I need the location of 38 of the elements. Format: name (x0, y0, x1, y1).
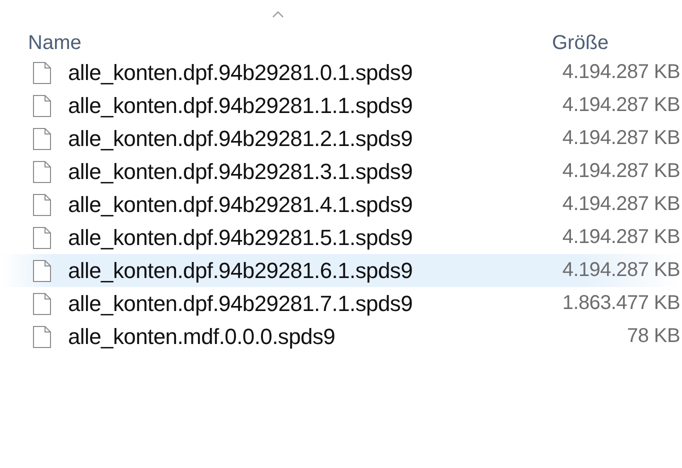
file-size: 4.194.287 KB (562, 193, 680, 216)
file-row[interactable]: alle_konten.dpf.94b29281.1.1.spds9 4.194.287 KB (0, 89, 682, 122)
column-header[interactable]: Name (0, 6, 524, 56)
file-row[interactable]: alle_konten.dpf.94b29281.7.1.spds9 1.863.477 KB (0, 287, 682, 320)
file-icon (32, 258, 52, 282)
file-name: alle_konten.dpf.94b29281.4.1.spds9 (68, 192, 414, 218)
file-row[interactable]: alle_konten.mdf.0.0.0.spds9 78 KB (0, 320, 682, 353)
file-row[interactable]: alle_konten.dpf.94b29281.4.1.spds9 4.194.287 KB (0, 188, 682, 221)
file-name: alle_konten.dpf.94b29281.3.1.spds9 (68, 158, 414, 184)
file-row[interactable]: alle_konten.dpf.94b29281.5.1.spds9 4.194.287 KB (0, 221, 682, 254)
file-icon (32, 126, 52, 150)
file-size: 78 KB (627, 325, 680, 348)
file-row[interactable]: alle_konten.dpf.94b29281.2.1.spds9 4.194.287 KB (0, 122, 682, 155)
file-name: alle_konten.dpf.94b29281.2.1.spds9 (68, 126, 414, 152)
file-icon (32, 226, 52, 250)
sort-caret-icon (272, 10, 284, 19)
file-icon (32, 160, 52, 184)
column-header[interactable]: Größe (524, 6, 682, 56)
file-size: 1.863.477 KB (562, 292, 680, 315)
file-row[interactable]: alle_konten.dpf.94b29281.0.1.spds9 4.194.287 KB (0, 56, 682, 89)
file-icon (32, 292, 52, 316)
file-size: 4.194.287 KB (562, 226, 680, 249)
file-row[interactable]: alle_konten.dpf.94b29281.3.1.spds9 4.194.287 KB (0, 155, 682, 188)
file-size: 4.194.287 KB (562, 259, 680, 282)
file-size: 4.194.287 KB (562, 127, 680, 150)
file-name: alle_konten.dpf.94b29281.6.1.spds9 (68, 258, 414, 284)
file-size: 4.194.287 KB (562, 160, 680, 183)
file-size: 4.194.287 KB (562, 94, 680, 117)
file-icon (32, 60, 52, 84)
file-size: 4.194.287 KB (562, 61, 680, 84)
file-icon (32, 324, 52, 348)
file-icon (32, 94, 52, 118)
file-name: alle_konten.dpf.94b29281.0.1.spds9 (68, 60, 414, 86)
file-name: alle_konten.dpf.94b29281.5.1.spds9 (68, 224, 414, 250)
file-name: alle_konten.dpf.94b29281.7.1.spds9 (68, 290, 414, 316)
file-name: alle_konten.dpf.94b29281.1.1.spds9 (68, 92, 414, 118)
file-name: alle_konten.mdf.0.0.0.spds9 (68, 324, 336, 350)
file-icon (32, 192, 52, 216)
